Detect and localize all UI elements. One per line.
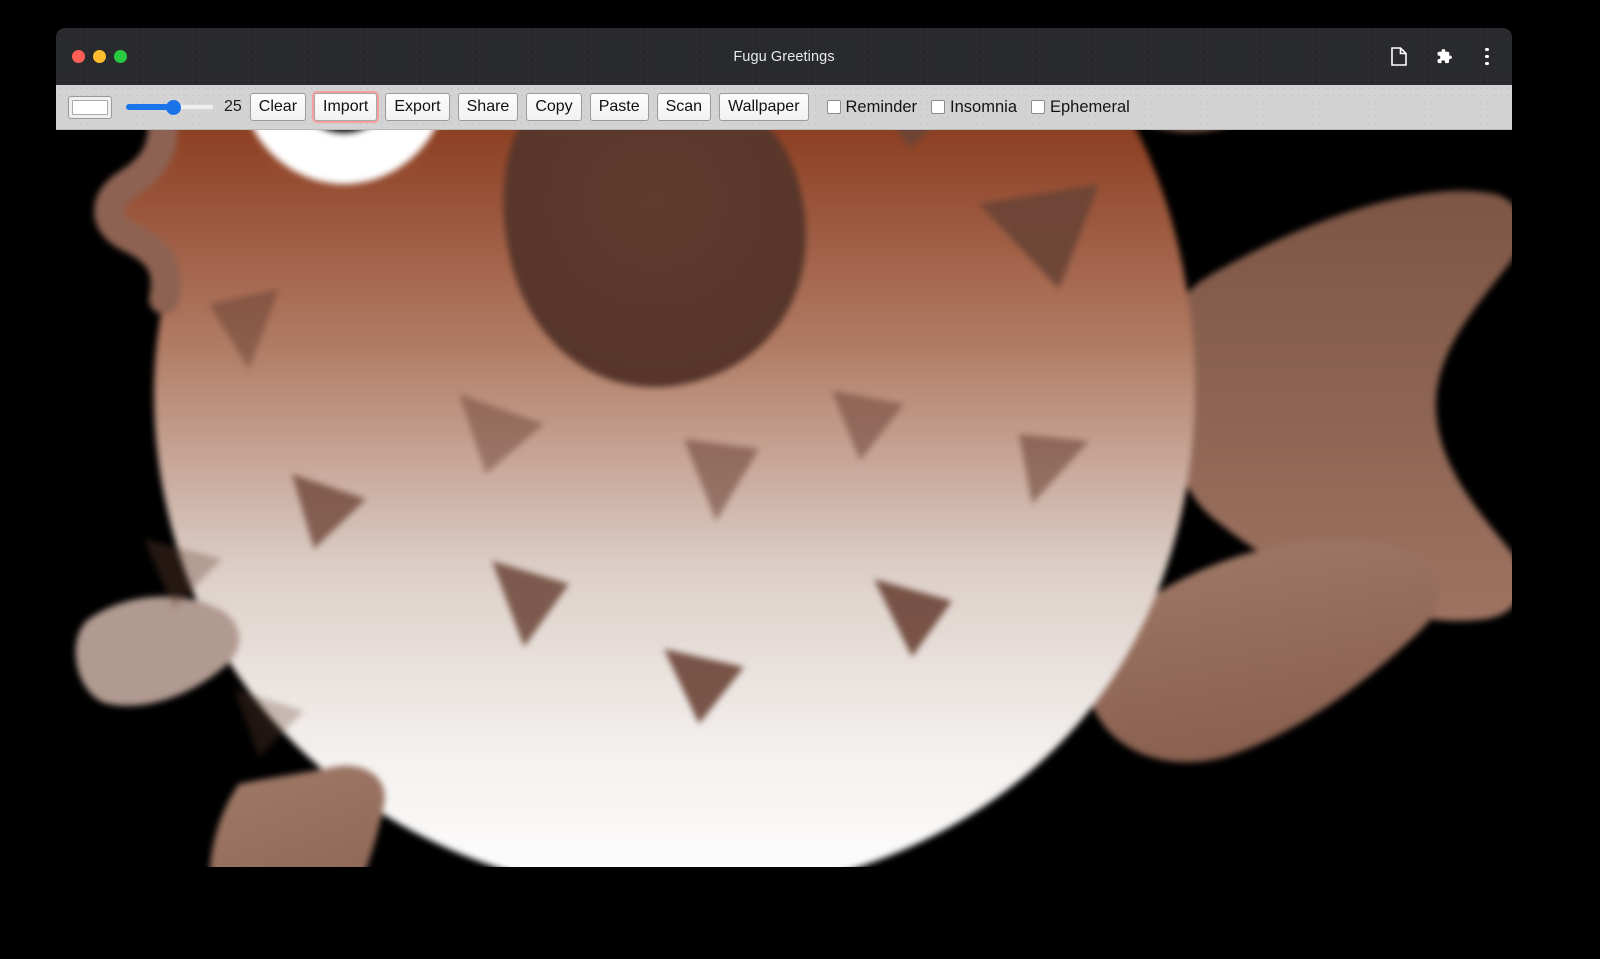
color-swatch	[72, 100, 108, 115]
reminder-label: Reminder	[846, 98, 918, 117]
reminder-checkbox-group[interactable]: Reminder	[827, 98, 918, 117]
title-bar: Fugu Greetings	[56, 28, 1512, 85]
insomnia-checkbox[interactable]	[931, 100, 945, 114]
clear-button[interactable]: Clear	[250, 93, 306, 121]
drawing-canvas[interactable]	[56, 130, 1512, 867]
kebab-menu-icon[interactable]	[1476, 46, 1498, 68]
paste-button[interactable]: Paste	[590, 93, 649, 121]
insomnia-label: Insomnia	[950, 98, 1017, 117]
copy-button[interactable]: Copy	[526, 93, 581, 121]
share-button[interactable]: Share	[458, 93, 519, 121]
scan-button[interactable]: Scan	[657, 93, 711, 121]
page-document-icon[interactable]	[1388, 46, 1410, 68]
close-window-button[interactable]	[72, 50, 85, 63]
pufferfish-artwork	[56, 130, 1512, 867]
pen-size-slider[interactable]	[126, 96, 214, 118]
ephemeral-label: Ephemeral	[1050, 98, 1130, 117]
reminder-checkbox[interactable]	[827, 100, 841, 114]
color-picker[interactable]	[68, 96, 112, 119]
puzzle-extensions-icon[interactable]	[1432, 46, 1454, 68]
window-controls	[72, 28, 127, 85]
browser-window: Fugu Greetings	[56, 28, 1512, 867]
ephemeral-checkbox[interactable]	[1031, 100, 1045, 114]
import-button[interactable]: Import	[314, 93, 377, 121]
pen-size-value: 25	[224, 98, 242, 116]
title-bar-actions	[1388, 28, 1498, 85]
wallpaper-button[interactable]: Wallpaper	[719, 93, 808, 121]
ephemeral-checkbox-group[interactable]: Ephemeral	[1031, 98, 1130, 117]
app-toolbar: 25 Clear Import Export Share Copy Paste …	[56, 85, 1512, 130]
screen: Fugu Greetings	[0, 0, 1600, 959]
minimize-window-button[interactable]	[93, 50, 106, 63]
insomnia-checkbox-group[interactable]: Insomnia	[931, 98, 1017, 117]
slider-thumb[interactable]	[166, 100, 181, 115]
maximize-window-button[interactable]	[114, 50, 127, 63]
export-button[interactable]: Export	[385, 93, 449, 121]
window-title: Fugu Greetings	[56, 49, 1512, 65]
